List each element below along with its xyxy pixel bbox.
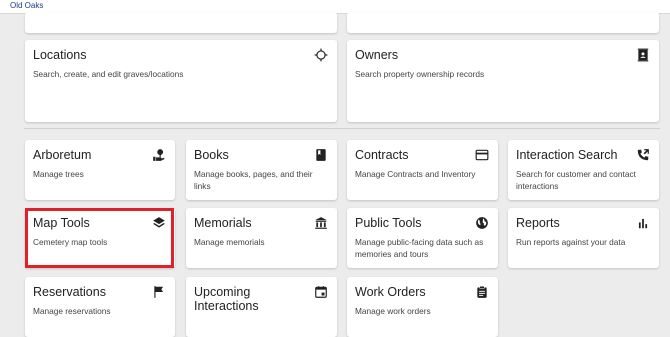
locations-description: Search, create, and edit graves/location… [33, 69, 184, 79]
owners-title: Owners [355, 48, 399, 62]
map-tools-description: Cemetery map tools [33, 237, 108, 247]
crosshair-icon [314, 48, 328, 62]
phone-call-icon [637, 149, 649, 161]
reservations-card[interactable]: Reservations Manage reservations [25, 277, 175, 337]
layers-icon [153, 217, 165, 228]
memorials-description: Manage memorials [194, 237, 265, 247]
public-tools-title: Public Tools [355, 216, 422, 230]
reports-description: Run reports against your data [516, 237, 626, 247]
memorials-title: Memorials [194, 216, 252, 230]
memorials-card[interactable]: Memorials Manage memorials [186, 208, 337, 268]
upcoming-description: Interactions [194, 299, 259, 313]
reports-card[interactable]: Reports Run reports against your data [508, 208, 659, 268]
map-tools-title: Map Tools [33, 216, 90, 230]
contact-book-icon [637, 48, 649, 62]
interaction-search-card[interactable]: Interaction Search Search for customer a… [508, 140, 659, 200]
reports-title: Reports [516, 216, 560, 230]
owners-card[interactable]: Owners Search property ownership records [347, 40, 659, 122]
contracts-card[interactable]: Contracts Manage Contracts and Inventory [347, 140, 498, 200]
contracts-description: Manage Contracts and Inventory [355, 169, 476, 179]
map-tools-card[interactable]: Map Tools Cemetery map tools [25, 208, 175, 268]
bar-chart-icon [638, 218, 648, 229]
interaction-search-title: Interaction Search [516, 148, 618, 162]
public-tools-description: Manage public-facing data such as memori… [355, 237, 484, 259]
contracts-title: Contracts [355, 148, 409, 162]
public-tools-card[interactable]: Public Tools Manage public-facing data s… [347, 208, 498, 268]
globe-icon [476, 217, 488, 229]
arboretum-description: Manage trees [33, 169, 84, 179]
card-partial-right[interactable] [347, 12, 659, 33]
reservations-title: Reservations [33, 285, 106, 299]
upcoming-card[interactable]: Upcoming Interactions [186, 277, 337, 337]
work-orders-card[interactable]: Work Orders Manage work orders [347, 277, 498, 337]
arboretum-title: Arboretum [33, 148, 92, 162]
calendar-icon [315, 286, 327, 298]
arboretum-card[interactable]: Arboretum Manage trees [25, 140, 175, 200]
card-partial-left[interactable] [25, 12, 337, 33]
museum-icon [315, 217, 327, 229]
books-description: Manage books, pages, and their links [194, 169, 313, 191]
clipboard-icon [477, 285, 487, 298]
upcoming-title: Upcoming [194, 285, 251, 299]
section-divider [24, 128, 660, 129]
app-title: Old Oaks [10, 1, 44, 10]
owners-description: Search property ownership records [355, 69, 485, 79]
locations-title: Locations [33, 48, 87, 62]
credit-card-icon [475, 149, 489, 161]
interaction-search-description: Search for customer and contact interact… [516, 169, 636, 191]
work-orders-title: Work Orders [355, 285, 426, 299]
books-title: Books [194, 148, 229, 162]
flag-icon [154, 286, 164, 298]
tree-hand-icon [153, 149, 165, 161]
book-icon [316, 149, 326, 161]
locations-card[interactable]: Locations Search, create, and edit grave… [25, 40, 337, 122]
books-card[interactable]: Books Manage books, pages, and their lin… [186, 140, 337, 200]
